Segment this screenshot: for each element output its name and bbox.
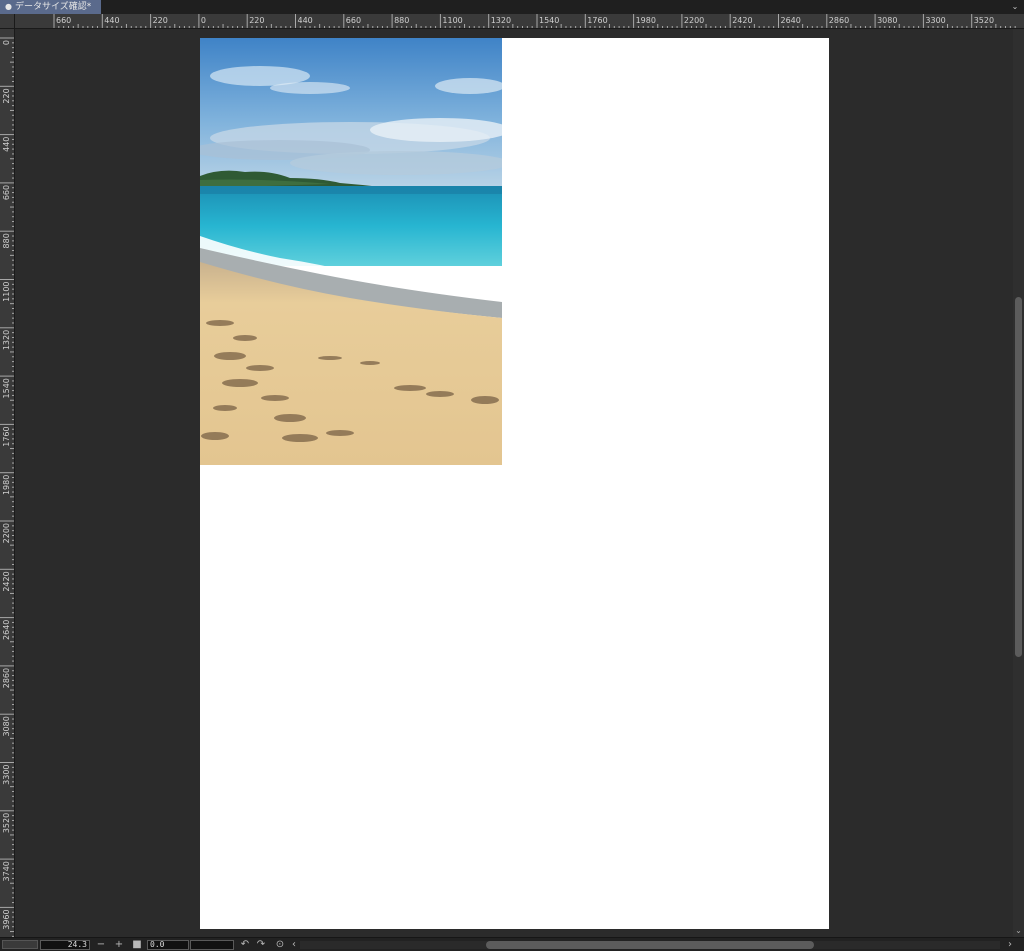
ruler-tick-label: 3520 bbox=[974, 16, 994, 25]
ruler-tick-label: 880 bbox=[2, 233, 11, 248]
ruler-tick-label: 220 bbox=[249, 16, 264, 25]
close-dot-icon[interactable]: ● bbox=[4, 0, 13, 14]
minus-icon[interactable]: − bbox=[95, 939, 107, 951]
ruler-tick-label: 440 bbox=[2, 137, 11, 152]
rotate-right-icon[interactable]: ↷ bbox=[255, 939, 267, 951]
scroll-down-icon[interactable]: ⌄ bbox=[1013, 925, 1024, 937]
ruler-tick-label: 2200 bbox=[684, 16, 704, 25]
ruler-tick-label: 220 bbox=[153, 16, 168, 25]
ruler-tick-label: 1760 bbox=[587, 16, 607, 25]
horizontal-ruler[interactable]: 660 440 220 0 220 440 660 880 1100 1320 1540 1760 19… bbox=[15, 14, 1024, 29]
ruler-tick-label: 2640 bbox=[781, 16, 801, 25]
rotation-slider[interactable] bbox=[190, 940, 234, 950]
ruler-tick-label: 2200 bbox=[2, 523, 11, 543]
ruler-corner bbox=[0, 14, 15, 29]
square-icon[interactable]: ■ bbox=[131, 939, 143, 951]
horizontal-scrollbar-thumb[interactable] bbox=[486, 941, 814, 949]
ruler-tick-label: 220 bbox=[2, 88, 11, 103]
ruler-tick-label: 1980 bbox=[2, 475, 11, 495]
ruler-tick-label: 1540 bbox=[539, 16, 559, 25]
ruler-tick-label: 1980 bbox=[636, 16, 656, 25]
vertical-scrollbar-thumb[interactable] bbox=[1015, 297, 1022, 657]
ruler-tick-label: 1540 bbox=[2, 378, 11, 398]
canvas-area[interactable] bbox=[15, 29, 1013, 937]
ruler-tick-label: 1760 bbox=[2, 426, 11, 446]
ruler-tick-label: 880 bbox=[394, 16, 409, 25]
plus-icon[interactable]: + bbox=[113, 939, 125, 951]
vertical-ruler-ticks: 0 220 440 660 880 1100 1320 1540 1760 1980 2200 242… bbox=[0, 37, 14, 937]
scroll-left-icon[interactable]: ‹ bbox=[288, 939, 300, 951]
ruler-tick-label: 2420 bbox=[732, 16, 752, 25]
vertical-ruler[interactable]: 0 220 440 660 880 1100 1320 1540 1760 1980 2200 242… bbox=[0, 29, 15, 937]
ruler-tick-label: 3080 bbox=[2, 716, 11, 736]
beach-painting bbox=[200, 38, 502, 465]
rotation-angle-input[interactable]: 0.0 bbox=[147, 940, 189, 950]
canvas-page[interactable] bbox=[200, 38, 829, 929]
ruler-tick-label: 1100 bbox=[442, 16, 462, 25]
beach-scene-image bbox=[200, 38, 502, 465]
zoom-slider[interactable] bbox=[2, 940, 38, 949]
ruler-tick-label: 1100 bbox=[2, 282, 11, 302]
ruler-tick-label: 3740 bbox=[2, 861, 11, 881]
ruler-tick-label: 0 bbox=[201, 16, 206, 25]
document-tab-bar: ● データサイズ確認* ⌄ bbox=[0, 0, 1024, 14]
ruler-tick-label: 0 bbox=[2, 40, 11, 45]
ruler-tick-label: 2640 bbox=[2, 620, 11, 640]
ruler-tick-label: 3520 bbox=[2, 813, 11, 833]
scroll-right-icon[interactable]: › bbox=[1004, 939, 1016, 951]
document-tab[interactable]: ● データサイズ確認* bbox=[0, 0, 101, 14]
ruler-tick-label: 440 bbox=[298, 16, 313, 25]
ruler-tick-label: 660 bbox=[346, 16, 361, 25]
ruler-tick-label: 3300 bbox=[925, 16, 945, 25]
ruler-tick-label: 1320 bbox=[2, 330, 11, 350]
canvas-status-bar: 24.3 − + ■ 0.0 ↶ ↷ ⊙ ‹ › bbox=[0, 937, 1024, 951]
horizontal-ruler-ticks: 660 440 220 0 220 440 660 880 1100 1320 1540 1760 19… bbox=[53, 14, 1016, 28]
ruler-tick-label: 3080 bbox=[877, 16, 897, 25]
document-tab-title: データサイズ確認* bbox=[15, 2, 92, 12]
vertical-scrollbar[interactable]: ⌄ bbox=[1013, 29, 1024, 937]
ruler-tick-label: 2860 bbox=[829, 16, 849, 25]
ruler-tick-label: 2860 bbox=[2, 668, 11, 688]
rotate-left-icon[interactable]: ↶ bbox=[239, 939, 251, 951]
reset-rotation-icon[interactable]: ⊙ bbox=[274, 939, 286, 951]
ruler-tick-label: 2420 bbox=[2, 571, 11, 591]
ruler-tick-label: 3300 bbox=[2, 765, 11, 785]
ruler-tick-label: 3960 bbox=[2, 909, 11, 929]
zoom-input[interactable]: 24.3 bbox=[40, 940, 90, 950]
ruler-tick-label: 660 bbox=[2, 185, 11, 200]
ruler-tick-label: 440 bbox=[104, 16, 119, 25]
chevron-down-icon[interactable]: ⌄ bbox=[1010, 0, 1020, 14]
ruler-tick-label: 1320 bbox=[491, 16, 511, 25]
horizontal-scrollbar[interactable] bbox=[300, 941, 1000, 949]
ruler-tick-label: 660 bbox=[56, 16, 71, 25]
